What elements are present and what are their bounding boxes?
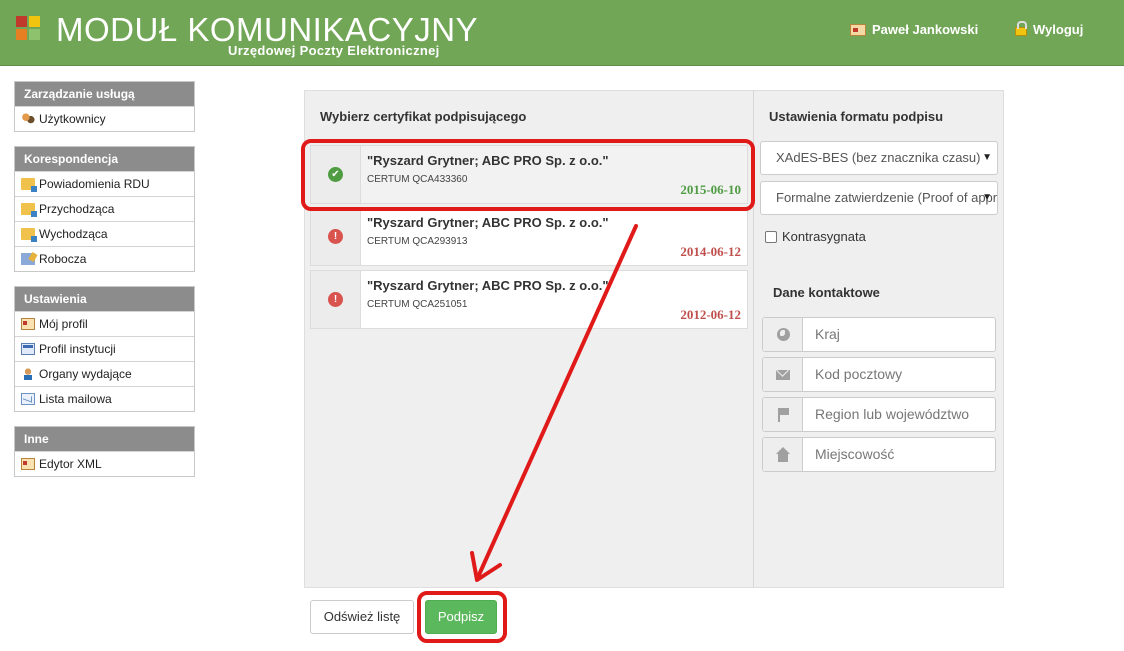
sidebar-item-users[interactable]: Użytkownicy bbox=[15, 106, 194, 131]
caret-down-icon: ▼ bbox=[982, 192, 992, 203]
sidebar-item-rdu-notifications[interactable]: Powiadomienia RDU bbox=[15, 171, 194, 196]
region-field[interactable]: Region lub województwo bbox=[762, 397, 996, 432]
signature-format-select[interactable]: XAdES-BES (bez znacznika czasu) ▼ bbox=[760, 141, 998, 175]
app-logo-icon bbox=[16, 16, 42, 42]
region-addon bbox=[763, 398, 803, 431]
sidebar-group-settings: Ustawienia Mój profil Profil instytucji … bbox=[14, 286, 195, 412]
certificate-name: "Ryszard Grytner; ABC PRO Sp. z o.o." bbox=[367, 215, 609, 230]
logout-label: Wyloguj bbox=[1033, 22, 1084, 37]
draft-icon bbox=[21, 253, 35, 265]
folder-icon bbox=[21, 228, 37, 242]
app-subtitle: Urzędowej Poczty Elektronicznej bbox=[228, 43, 440, 58]
app-header: MODUŁ KOMUNIKACYJNY Urzędowej Poczty Ele… bbox=[0, 0, 1124, 66]
postal-code-field[interactable]: Kod pocztowy bbox=[762, 357, 996, 392]
sidebar-item-issuing-authorities[interactable]: Organy wydające bbox=[15, 361, 194, 386]
users-icon bbox=[21, 113, 35, 125]
exclamation-circle-icon: ! bbox=[328, 229, 343, 244]
certificate-status-cell: ✔ bbox=[311, 146, 361, 203]
user-name: Paweł Jankowski bbox=[872, 22, 979, 37]
sidebar-item-label: Przychodząca bbox=[39, 202, 115, 216]
sidebar-item-my-profile[interactable]: Mój profil bbox=[15, 311, 194, 336]
certificate-date: 2014-06-12 bbox=[680, 244, 741, 259]
signature-format-value: XAdES-BES (bez znacznika czasu) bbox=[776, 150, 981, 165]
sidebar-group-title: Korespondencja bbox=[15, 147, 194, 171]
commitment-type-select[interactable]: Formalne zatwierdzenie (Proof of approva… bbox=[760, 181, 998, 215]
contact-section-title: Dane kontaktowe bbox=[773, 285, 880, 300]
countersign-label: Kontrasygnata bbox=[782, 229, 866, 244]
sidebar-item-label: Powiadomienia RDU bbox=[39, 177, 150, 191]
countersign-option[interactable]: Kontrasygnata bbox=[765, 229, 866, 244]
country-input[interactable]: Kraj bbox=[803, 318, 995, 351]
user-card-icon bbox=[850, 23, 866, 36]
certificate-status-cell: ! bbox=[311, 271, 361, 328]
certificate-item[interactable]: ! "Ryszard Grytner; ABC PRO Sp. z o.o." … bbox=[310, 270, 748, 329]
region-input[interactable]: Region lub województwo bbox=[803, 398, 995, 431]
sidebar-group-service: Zarządzanie usługą Użytkownicy bbox=[14, 81, 195, 132]
postal-code-addon bbox=[763, 358, 803, 391]
countersign-checkbox[interactable] bbox=[765, 230, 777, 243]
city-field[interactable]: Miejscowość bbox=[762, 437, 996, 472]
certificate-item[interactable]: ✔ "Ryszard Grytner; ABC PRO Sp. z o.o." … bbox=[310, 145, 748, 204]
signature-settings-title: Ustawienia formatu podpisu bbox=[769, 109, 944, 124]
refresh-list-button[interactable]: Odśwież listę bbox=[310, 600, 414, 634]
institution-card-icon bbox=[21, 343, 35, 355]
sign-button[interactable]: Podpisz bbox=[425, 600, 497, 634]
editor-card-icon bbox=[21, 458, 35, 470]
postal-code-input[interactable]: Kod pocztowy bbox=[803, 358, 995, 391]
certificate-name: "Ryszard Grytner; ABC PRO Sp. z o.o." bbox=[367, 153, 609, 168]
commitment-type-value: Formalne zatwierdzenie (Proof of approva… bbox=[776, 190, 998, 205]
certificate-serial: CERTUM QCA251051 bbox=[367, 299, 468, 310]
sidebar-item-drafts[interactable]: Robocza bbox=[15, 246, 194, 271]
home-icon bbox=[776, 447, 790, 462]
sidebar-item-institution-profile[interactable]: Profil instytucji bbox=[15, 336, 194, 361]
sidebar-group-title: Inne bbox=[15, 427, 194, 451]
sidebar-item-label: Edytor XML bbox=[39, 457, 102, 471]
logout-link[interactable]: Wyloguj bbox=[1015, 21, 1084, 37]
globe-icon bbox=[777, 328, 790, 341]
sidebar-item-mailing-list[interactable]: Lista mailowa bbox=[15, 386, 194, 411]
sidebar-item-label: Mój profil bbox=[39, 317, 88, 331]
profile-card-icon bbox=[21, 318, 35, 330]
sidebar-item-xml-editor[interactable]: Edytor XML bbox=[15, 451, 194, 476]
sidebar-item-label: Organy wydające bbox=[39, 367, 132, 381]
sidebar-item-incoming[interactable]: Przychodząca bbox=[15, 196, 194, 221]
certificate-name: "Ryszard Grytner; ABC PRO Sp. z o.o." bbox=[367, 278, 609, 293]
check-circle-icon: ✔ bbox=[328, 167, 343, 182]
caret-down-icon: ▼ bbox=[982, 152, 992, 163]
sidebar-group-title: Zarządzanie usługą bbox=[15, 82, 194, 106]
envelope-icon bbox=[776, 370, 790, 380]
sidebar-item-label: Wychodząca bbox=[39, 227, 108, 241]
sidebar-group-title: Ustawienia bbox=[15, 287, 194, 311]
certificate-date: 2015-06-10 bbox=[680, 182, 741, 197]
city-addon bbox=[763, 438, 803, 471]
sidebar-item-label: Profil instytucji bbox=[39, 342, 116, 356]
certificate-section-title: Wybierz certyfikat podpisującego bbox=[320, 109, 527, 124]
certificate-item[interactable]: ! "Ryszard Grytner; ABC PRO Sp. z o.o." … bbox=[310, 207, 748, 266]
certificate-serial: CERTUM QCA293913 bbox=[367, 236, 468, 247]
sidebar-item-label: Lista mailowa bbox=[39, 392, 112, 406]
unlock-icon bbox=[1015, 21, 1027, 36]
person-icon bbox=[21, 368, 35, 380]
sidebar-group-correspondence: Korespondencja Powiadomienia RDU Przycho… bbox=[14, 146, 195, 272]
certificate-serial: CERTUM QCA433360 bbox=[367, 174, 468, 185]
sidebar-item-label: Robocza bbox=[39, 252, 87, 266]
certificate-date: 2012-06-12 bbox=[680, 307, 741, 322]
folder-icon bbox=[21, 178, 37, 192]
sidebar-item-outgoing[interactable]: Wychodząca bbox=[15, 221, 194, 246]
city-input[interactable]: Miejscowość bbox=[803, 438, 995, 471]
sidebar-item-label: Użytkownicy bbox=[39, 112, 106, 126]
mail-icon bbox=[21, 393, 35, 405]
certificate-status-cell: ! bbox=[311, 208, 361, 265]
sidebar-group-other: Inne Edytor XML bbox=[14, 426, 195, 477]
panel-divider bbox=[753, 90, 754, 588]
user-profile-link[interactable]: Paweł Jankowski bbox=[850, 22, 978, 37]
folder-icon bbox=[21, 203, 37, 217]
flag-icon bbox=[778, 408, 789, 422]
country-field[interactable]: Kraj bbox=[762, 317, 996, 352]
exclamation-circle-icon: ! bbox=[328, 292, 343, 307]
country-addon bbox=[763, 318, 803, 351]
